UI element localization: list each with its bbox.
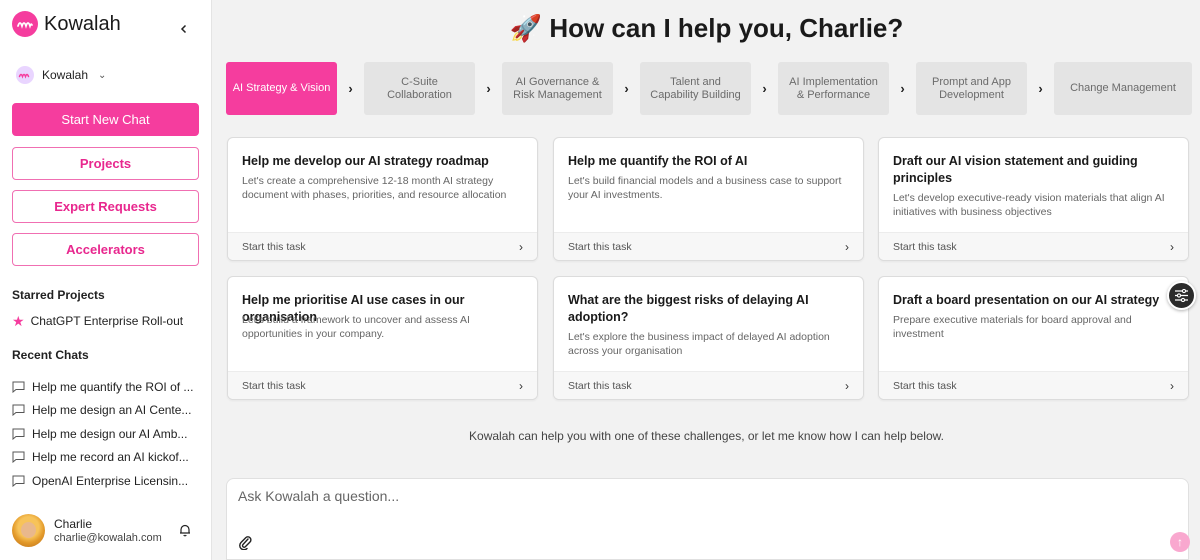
task-card[interactable]: Draft our AI vision statement and guidin…	[878, 137, 1189, 261]
chevron-right-icon: ›	[900, 81, 905, 96]
start-task-row[interactable]: Start this task ›	[879, 232, 1188, 260]
start-task-row[interactable]: Start this task ›	[554, 371, 863, 399]
user-profile[interactable]: Charlie charlie@kowalah.com	[12, 514, 162, 547]
send-button[interactable]: ↑	[1170, 532, 1190, 552]
chevron-right-icon: ›	[762, 81, 767, 96]
starred-project-item[interactable]: ★ ChatGPT Enterprise Roll-out	[12, 314, 183, 328]
user-email: charlie@kowalah.com	[54, 531, 162, 544]
task-card[interactable]: Help me develop our AI strategy roadmap …	[227, 137, 538, 261]
tab-prompt-app-development[interactable]: Prompt and App Development	[916, 62, 1027, 115]
start-task-label: Start this task	[242, 379, 306, 392]
chat-input[interactable]: Ask Kowalah a question...	[238, 488, 399, 504]
arrow-up-icon: ↑	[1177, 535, 1183, 549]
start-task-row[interactable]: Start this task ›	[228, 232, 537, 260]
accelerators-button[interactable]: Accelerators	[12, 233, 199, 266]
chevron-right-icon: ›	[845, 378, 849, 393]
recent-chat-label: Help me design our AI Amb...	[32, 426, 188, 441]
chat-bubble-icon	[12, 381, 25, 393]
chat-bubble-icon	[12, 451, 25, 464]
task-card-description: Let's build financial models and a busin…	[568, 175, 842, 201]
paperclip-icon[interactable]	[238, 534, 252, 550]
brand-name: Kowalah	[44, 12, 121, 35]
starred-projects-heading: Starred Projects	[12, 288, 105, 302]
chevron-right-icon: ›	[519, 378, 523, 393]
recent-chat-label: Help me design an AI Cente...	[32, 403, 192, 418]
floating-settings-button[interactable]	[1167, 281, 1196, 310]
tab-ai-governance-risk[interactable]: AI Governance & Risk Management	[502, 62, 613, 115]
workspace-logo-icon	[16, 66, 34, 84]
collapse-sidebar-icon[interactable]	[176, 21, 192, 37]
task-card-title: Help me quantify the ROI of AI	[568, 154, 748, 168]
task-card[interactable]: Help me prioritise AI use cases in our o…	[227, 276, 538, 400]
expert-requests-button[interactable]: Expert Requests	[12, 190, 199, 223]
recent-chat-item[interactable]: Help me record an AI kickof...	[12, 446, 204, 470]
sliders-icon	[1175, 289, 1188, 302]
task-card-description: Let's develop executive-ready vision mat…	[893, 192, 1165, 218]
task-card-title: Help me develop our AI strategy roadmap	[242, 154, 489, 168]
start-task-label: Start this task	[568, 240, 632, 253]
task-card[interactable]: Draft a board presentation on our AI str…	[878, 276, 1189, 400]
start-new-chat-button[interactable]: Start New Chat	[12, 103, 199, 136]
task-card[interactable]: What are the biggest risks of delaying A…	[553, 276, 864, 400]
tab-ai-implementation[interactable]: AI Implementation & Performance	[778, 62, 889, 115]
task-card-title: Draft our AI vision statement and guidin…	[893, 154, 1138, 185]
start-task-row[interactable]: Start this task ›	[879, 371, 1188, 399]
start-task-row[interactable]: Start this task ›	[554, 232, 863, 260]
avatar	[12, 514, 45, 547]
task-card-description: Let's build a framework to uncover and a…	[242, 314, 470, 340]
workspace-selector[interactable]: Kowalah ⌄	[16, 66, 106, 84]
brand[interactable]: Kowalah	[12, 11, 121, 37]
chevron-down-icon: ⌄	[98, 69, 107, 81]
recent-chat-label: Help me record an AI kickof...	[32, 450, 189, 465]
bell-icon[interactable]	[178, 523, 192, 537]
help-hint-text: Kowalah can help you with one of these c…	[469, 429, 944, 443]
page-title: 🚀 How can I help you, Charlie?	[509, 13, 904, 43]
main-content: 🚀 How can I help you, Charlie? AI Strate…	[213, 0, 1200, 560]
chat-bubble-icon	[12, 404, 25, 417]
task-card-description: Let's create a comprehensive 12-18 month…	[242, 175, 507, 201]
tab-ai-strategy-vision[interactable]: AI Strategy & Vision	[226, 62, 337, 115]
chat-composer: Ask Kowalah a question... ↑	[226, 478, 1190, 560]
category-tabs: AI Strategy & Vision › C-Suite Collabora…	[226, 62, 1192, 115]
task-card-description: Prepare executive materials for board ap…	[893, 314, 1132, 340]
chevron-right-icon: ›	[1170, 378, 1174, 393]
task-card-description: Let's explore the business impact of del…	[568, 331, 830, 357]
recent-chat-label: OpenAI Enterprise Licensin...	[32, 473, 189, 488]
recent-chat-item[interactable]: Help me quantify the ROI of ...	[12, 375, 204, 399]
chevron-right-icon: ›	[486, 81, 491, 96]
user-name: Charlie	[54, 516, 93, 531]
chevron-right-icon: ›	[845, 239, 849, 254]
workspace-name: Kowalah	[42, 68, 89, 82]
recent-chats-list: Help me quantify the ROI of ... Help me …	[12, 375, 204, 493]
chevron-right-icon: ›	[1038, 81, 1043, 96]
recent-chat-item[interactable]: OpenAI Enterprise Licensin...	[12, 469, 204, 493]
chevron-right-icon: ›	[624, 81, 629, 96]
kowalah-logo-icon	[12, 11, 38, 37]
tab-talent-capability[interactable]: Talent and Capability Building	[640, 62, 751, 115]
tab-c-suite-collaboration[interactable]: C-Suite Collaboration	[364, 62, 475, 115]
chevron-right-icon: ›	[1170, 239, 1174, 254]
starred-project-label: ChatGPT Enterprise Roll-out	[30, 314, 184, 328]
start-task-label: Start this task	[242, 240, 306, 253]
start-task-row[interactable]: Start this task ›	[228, 371, 537, 399]
recent-chat-label: Help me quantify the ROI of ...	[32, 379, 194, 394]
start-task-label: Start this task	[893, 240, 957, 253]
task-card-title: Draft a board presentation on our AI str…	[893, 293, 1160, 307]
chat-bubble-icon	[12, 475, 25, 487]
tab-change-management[interactable]: Change Management	[1054, 62, 1192, 115]
start-task-label: Start this task	[893, 379, 957, 392]
sidebar: Kowalah Kowalah ⌄ Start New Chat Project…	[0, 0, 212, 560]
task-card-title: What are the biggest risks of delaying A…	[568, 293, 809, 324]
star-icon: ★	[12, 313, 25, 329]
start-task-label: Start this task	[568, 379, 632, 392]
chevron-right-icon: ›	[348, 81, 353, 96]
chevron-right-icon: ›	[519, 239, 523, 254]
recent-chats-heading: Recent Chats	[12, 348, 89, 362]
recent-chat-item[interactable]: Help me design our AI Amb...	[12, 422, 204, 446]
projects-button[interactable]: Projects	[12, 147, 199, 180]
task-card[interactable]: Help me quantify the ROI of AI Let's bui…	[553, 137, 864, 261]
chat-bubble-icon	[12, 428, 25, 440]
recent-chat-item[interactable]: Help me design an AI Cente...	[12, 399, 204, 423]
